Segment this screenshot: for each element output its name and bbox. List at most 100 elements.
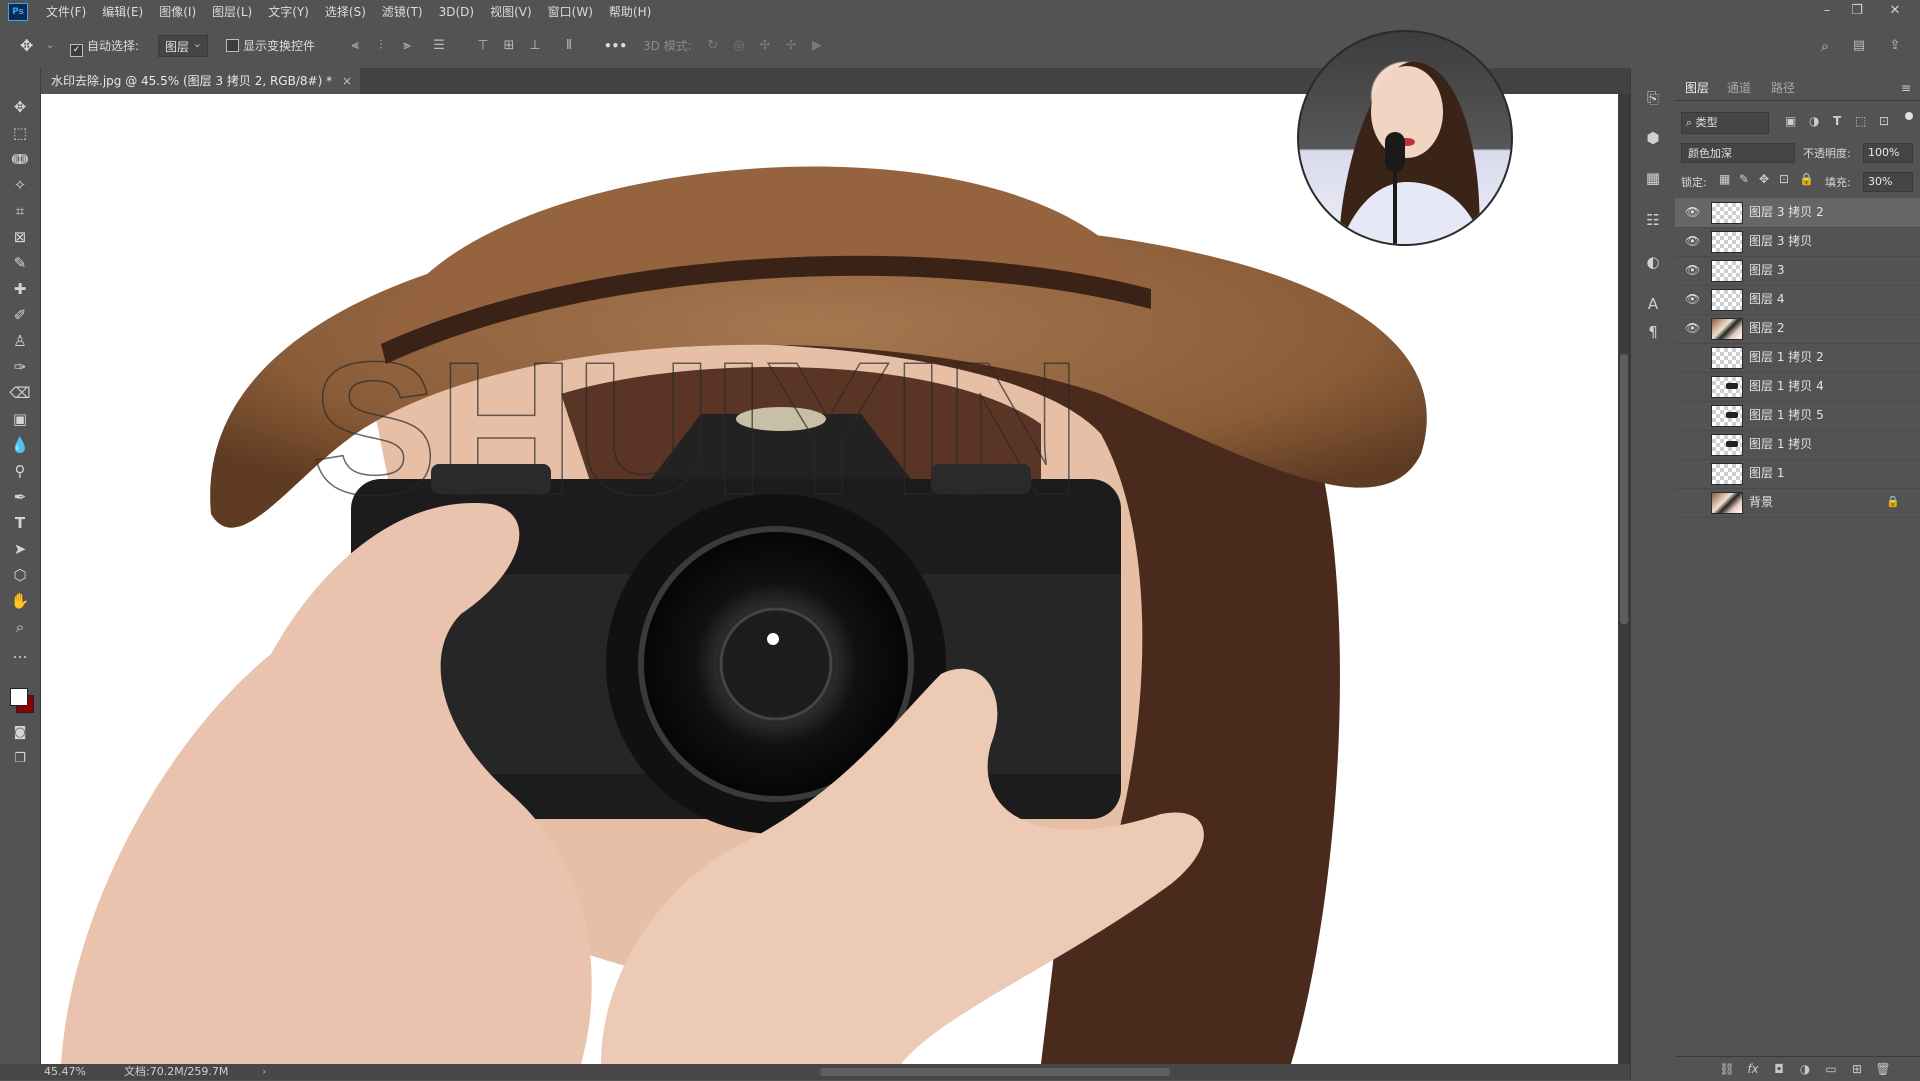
filter-pixel-icon[interactable]: ▣ bbox=[1785, 114, 1796, 128]
document-tab[interactable]: 水印去除.jpg @ 45.5% (图层 3 拷贝 2, RGB/8#) * × bbox=[41, 68, 361, 94]
auto-select-target-select[interactable]: 图层 bbox=[158, 33, 208, 57]
delete-layer-icon[interactable]: 🗑 bbox=[1875, 1061, 1891, 1077]
foreground-color-swatch[interactable] bbox=[10, 688, 28, 706]
workspace-icon[interactable]: ▤ bbox=[1852, 38, 1866, 54]
fill-input[interactable]: 30% bbox=[1863, 172, 1913, 192]
distribute-vertical-icon[interactable]: ☰ bbox=[432, 38, 446, 54]
3d-drag-icon[interactable]: ✣ bbox=[758, 38, 772, 54]
menu-select[interactable]: 选择(S) bbox=[317, 0, 374, 24]
healing-brush-icon[interactable]: ✚ bbox=[8, 278, 32, 300]
lasso-icon[interactable]: ↈ bbox=[8, 148, 32, 170]
horizontal-scroll-thumb[interactable] bbox=[820, 1068, 1170, 1076]
show-transform-checkbox[interactable]: 显示变换控件 bbox=[226, 36, 315, 56]
layer-row[interactable]: 图层 1 拷贝 bbox=[1675, 430, 1920, 460]
visibility-toggle[interactable] bbox=[1685, 437, 1699, 451]
layer-row[interactable]: 👁 图层 3 拷贝 2 bbox=[1675, 198, 1920, 228]
filter-smart-object-icon[interactable]: ⊡ bbox=[1879, 114, 1889, 128]
blend-mode-select[interactable]: 颜色加深 bbox=[1681, 143, 1795, 163]
align-top-icon[interactable]: ⊤ bbox=[476, 38, 490, 54]
align-vcenter-icon[interactable]: ⊞ bbox=[502, 38, 516, 54]
3d-roll-icon[interactable]: ◎ bbox=[732, 38, 746, 54]
move-tool-preset-icon[interactable]: ✥ bbox=[20, 36, 33, 56]
tab-channels[interactable]: 通道 bbox=[1727, 76, 1751, 100]
align-bottom-icon[interactable]: ⊥ bbox=[528, 38, 542, 54]
tab-layers[interactable]: 图层 bbox=[1685, 76, 1709, 100]
layer-row[interactable]: 图层 1 拷贝 5 bbox=[1675, 401, 1920, 431]
hand-icon[interactable]: ✋ bbox=[8, 590, 32, 612]
layer-row[interactable]: 背景 🔒 bbox=[1675, 488, 1920, 518]
gradient-icon[interactable]: ▣ bbox=[8, 408, 32, 430]
visibility-toggle[interactable] bbox=[1685, 495, 1699, 509]
menu-window[interactable]: 窗口(W) bbox=[540, 0, 601, 24]
marquee-icon[interactable]: ⬚ bbox=[8, 122, 32, 144]
lock-artboard-icon[interactable]: ⊡ bbox=[1779, 172, 1789, 186]
visibility-toggle[interactable] bbox=[1685, 350, 1699, 364]
lock-pixels-icon[interactable]: ✎ bbox=[1739, 172, 1749, 186]
eye-icon[interactable]: 👁 bbox=[1685, 205, 1700, 219]
link-layers-icon[interactable]: ⛓ bbox=[1719, 1061, 1735, 1077]
layer-row[interactable]: 👁 图层 4 bbox=[1675, 285, 1920, 315]
eye-icon[interactable]: 👁 bbox=[1685, 263, 1700, 277]
vertical-scroll-thumb[interactable] bbox=[1620, 354, 1628, 624]
visibility-toggle[interactable] bbox=[1685, 408, 1699, 422]
frame-icon[interactable]: ⊠ bbox=[8, 226, 32, 248]
auto-select-checkbox[interactable]: ✓ 自动选择: bbox=[70, 36, 139, 57]
share-icon[interactable]: ⇪ bbox=[1888, 38, 1902, 54]
visibility-toggle[interactable] bbox=[1685, 466, 1699, 480]
vertical-scrollbar[interactable] bbox=[1618, 94, 1630, 1064]
filter-toggle-icon[interactable] bbox=[1905, 112, 1913, 120]
more-tools-icon[interactable]: … bbox=[8, 642, 32, 664]
filter-type-icon[interactable]: T bbox=[1833, 114, 1841, 128]
history-panel-icon[interactable]: ⎘ bbox=[1641, 86, 1665, 110]
magic-wand-icon[interactable]: ✧ bbox=[8, 174, 32, 196]
tab-paths[interactable]: 路径 bbox=[1771, 76, 1795, 100]
layer-row[interactable]: 图层 1 拷贝 4 bbox=[1675, 372, 1920, 402]
adjustment-layer-icon[interactable]: ◑ bbox=[1797, 1061, 1813, 1077]
menu-file[interactable]: 文件(F) bbox=[38, 0, 94, 24]
align-left-icon[interactable]: ⫷ bbox=[348, 38, 362, 54]
document-size-info[interactable]: 文档:70.2M/259.7M bbox=[124, 1064, 228, 1080]
crop-icon[interactable]: ⌗ bbox=[8, 200, 32, 222]
filter-adjustment-icon[interactable]: ◑ bbox=[1809, 114, 1819, 128]
zoom-icon[interactable]: ⌕ bbox=[8, 616, 32, 638]
eraser-icon[interactable]: ⌫ bbox=[8, 382, 32, 404]
eye-icon[interactable]: 👁 bbox=[1685, 234, 1700, 248]
new-group-icon[interactable]: ▭ bbox=[1823, 1061, 1839, 1077]
menu-type[interactable]: 文字(Y) bbox=[260, 0, 317, 24]
layer-row[interactable]: 👁 图层 2 bbox=[1675, 314, 1920, 344]
menu-layer[interactable]: 图层(L) bbox=[204, 0, 260, 24]
paragraph-panel-icon[interactable]: ¶ bbox=[1641, 320, 1665, 344]
lock-position-icon[interactable]: ✥ bbox=[1759, 172, 1769, 186]
panel-menu-icon[interactable]: ≡ bbox=[1901, 76, 1911, 100]
opacity-input[interactable]: 100% bbox=[1863, 143, 1913, 163]
history-brush-icon[interactable]: ✑ bbox=[8, 356, 32, 378]
align-hcenter-icon[interactable]: ⫶ bbox=[374, 38, 388, 54]
eyedropper-icon[interactable]: ✎ bbox=[8, 252, 32, 274]
close-icon[interactable]: ✕ bbox=[1880, 0, 1910, 24]
add-mask-icon[interactable]: ◘ bbox=[1771, 1061, 1787, 1077]
brush-icon[interactable]: ✐ bbox=[8, 304, 32, 326]
type-icon[interactable]: T bbox=[8, 512, 32, 534]
layer-row[interactable]: 👁 图层 3 拷贝 bbox=[1675, 227, 1920, 257]
lock-all-icon[interactable]: 🔒 bbox=[1799, 172, 1814, 186]
fx-icon[interactable]: fx bbox=[1745, 1061, 1761, 1077]
menu-help[interactable]: 帮助(H) bbox=[601, 0, 659, 24]
status-arrow-icon[interactable]: › bbox=[262, 1064, 266, 1080]
layer-filter-select[interactable]: ⌕ 类型 bbox=[1681, 112, 1769, 134]
shape-icon[interactable]: ⬡ bbox=[8, 564, 32, 586]
lock-transparent-icon[interactable]: ▦ bbox=[1719, 172, 1730, 186]
visibility-toggle[interactable] bbox=[1685, 379, 1699, 393]
swatches-panel-icon[interactable]: ▦ bbox=[1641, 166, 1665, 190]
libraries-panel-icon[interactable]: ☷ bbox=[1641, 208, 1665, 232]
clone-stamp-icon[interactable]: ♙ bbox=[8, 330, 32, 352]
menu-filter[interactable]: 滤镜(T) bbox=[374, 0, 431, 24]
blur-icon[interactable]: 💧 bbox=[8, 434, 32, 456]
search-icon[interactable]: ⌕ bbox=[1818, 38, 1832, 54]
restore-icon[interactable]: ❐ bbox=[1842, 0, 1872, 24]
adjustments-panel-icon[interactable]: ◐ bbox=[1641, 250, 1665, 274]
character-panel-icon[interactable]: A bbox=[1641, 292, 1665, 316]
eye-icon[interactable]: 👁 bbox=[1685, 321, 1700, 335]
eye-icon[interactable]: 👁 bbox=[1685, 292, 1700, 306]
pen-icon[interactable]: ✒ bbox=[8, 486, 32, 508]
move-icon[interactable]: ✥ bbox=[8, 96, 32, 118]
